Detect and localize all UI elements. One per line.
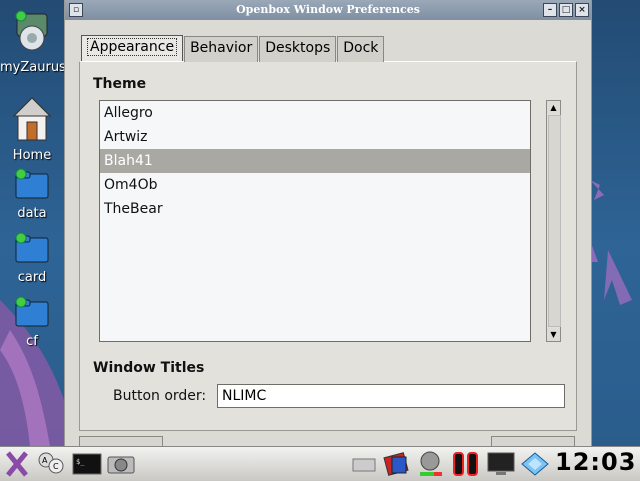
window-menu-button[interactable]: ▫ xyxy=(69,3,83,17)
desktop-icon-myzaurus[interactable]: myZaurus xyxy=(0,8,66,75)
window-title: Openbox Window Preferences xyxy=(236,3,420,16)
button-order-label: Button order: xyxy=(113,388,207,404)
computer-icon xyxy=(15,10,48,51)
input-method-icon[interactable]: AC xyxy=(36,451,66,477)
terminal-icon[interactable]: $_ xyxy=(72,451,102,477)
scroll-up-icon[interactable]: ▲ xyxy=(547,101,560,114)
keyboard-icon[interactable] xyxy=(350,451,378,477)
svg-text:A: A xyxy=(42,456,48,465)
preferences-window: ▫ Openbox Window Preferences – □ × Appea… xyxy=(64,0,592,447)
folder-icon xyxy=(15,168,49,199)
folder-icon xyxy=(15,296,49,327)
desktop-icon-label: Home xyxy=(12,148,52,163)
home-icon xyxy=(12,97,52,141)
list-item[interactable]: TheBear xyxy=(100,197,530,221)
list-item[interactable]: Allegro xyxy=(100,101,530,125)
taskbar: AC $_ xyxy=(0,446,640,481)
scroll-down-icon[interactable]: ▼ xyxy=(547,328,560,341)
desktop-icon-label: cf xyxy=(26,334,38,349)
launcher-x-icon[interactable] xyxy=(4,451,30,477)
tab-bar: Appearance Behavior Desktops Dock xyxy=(81,35,385,62)
theme-list-scrollbar[interactable]: ▲ ▼ xyxy=(546,100,561,342)
window-titlebar[interactable]: ▫ Openbox Window Preferences – □ × xyxy=(65,0,591,20)
camera-icon[interactable] xyxy=(106,451,136,477)
tab-appearance[interactable]: Appearance xyxy=(81,35,184,61)
network-icon[interactable] xyxy=(520,451,550,477)
list-item-selected[interactable]: Blah41 xyxy=(100,149,530,173)
window-titles-section-title: Window Titles xyxy=(93,360,205,376)
minimize-button[interactable]: – xyxy=(543,3,557,17)
list-item[interactable]: Om4Ob xyxy=(100,173,530,197)
taskbar-clock[interactable]: 12:03 xyxy=(555,448,636,476)
desktop-icon-label: card xyxy=(17,270,47,285)
monitor-icon[interactable] xyxy=(486,451,516,477)
desktop-icon-data[interactable]: data xyxy=(0,168,64,221)
tab-behavior[interactable]: Behavior xyxy=(184,36,259,62)
desktop-icon-card[interactable]: card xyxy=(0,232,64,285)
card-icon[interactable] xyxy=(382,451,412,477)
list-item[interactable]: Artwiz xyxy=(100,125,530,149)
maximize-button[interactable]: □ xyxy=(559,3,573,17)
desktop-icon-cf[interactable]: cf xyxy=(0,296,64,349)
folder-icon xyxy=(15,232,49,263)
theme-section-title: Theme xyxy=(93,76,147,92)
theme-list[interactable]: Allegro Artwiz Blah41 Om4Ob TheBear xyxy=(99,100,531,342)
button-order-input[interactable]: NLIMC xyxy=(217,384,565,408)
desktop-icon-home[interactable]: Home xyxy=(0,96,64,163)
desktop-icon-label: myZaurus xyxy=(0,60,66,75)
desktop-icon-label: data xyxy=(17,206,47,221)
tab-desktops[interactable]: Desktops xyxy=(259,36,337,62)
close-button[interactable]: × xyxy=(575,3,589,17)
svg-text:C: C xyxy=(53,462,59,471)
svg-text:$_: $_ xyxy=(76,458,85,466)
scroll-track[interactable] xyxy=(548,115,561,327)
tab-dock[interactable]: Dock xyxy=(337,36,385,62)
battery-icon[interactable] xyxy=(450,451,482,477)
volume-icon[interactable] xyxy=(416,451,446,477)
tab-label: Appearance xyxy=(87,38,178,56)
